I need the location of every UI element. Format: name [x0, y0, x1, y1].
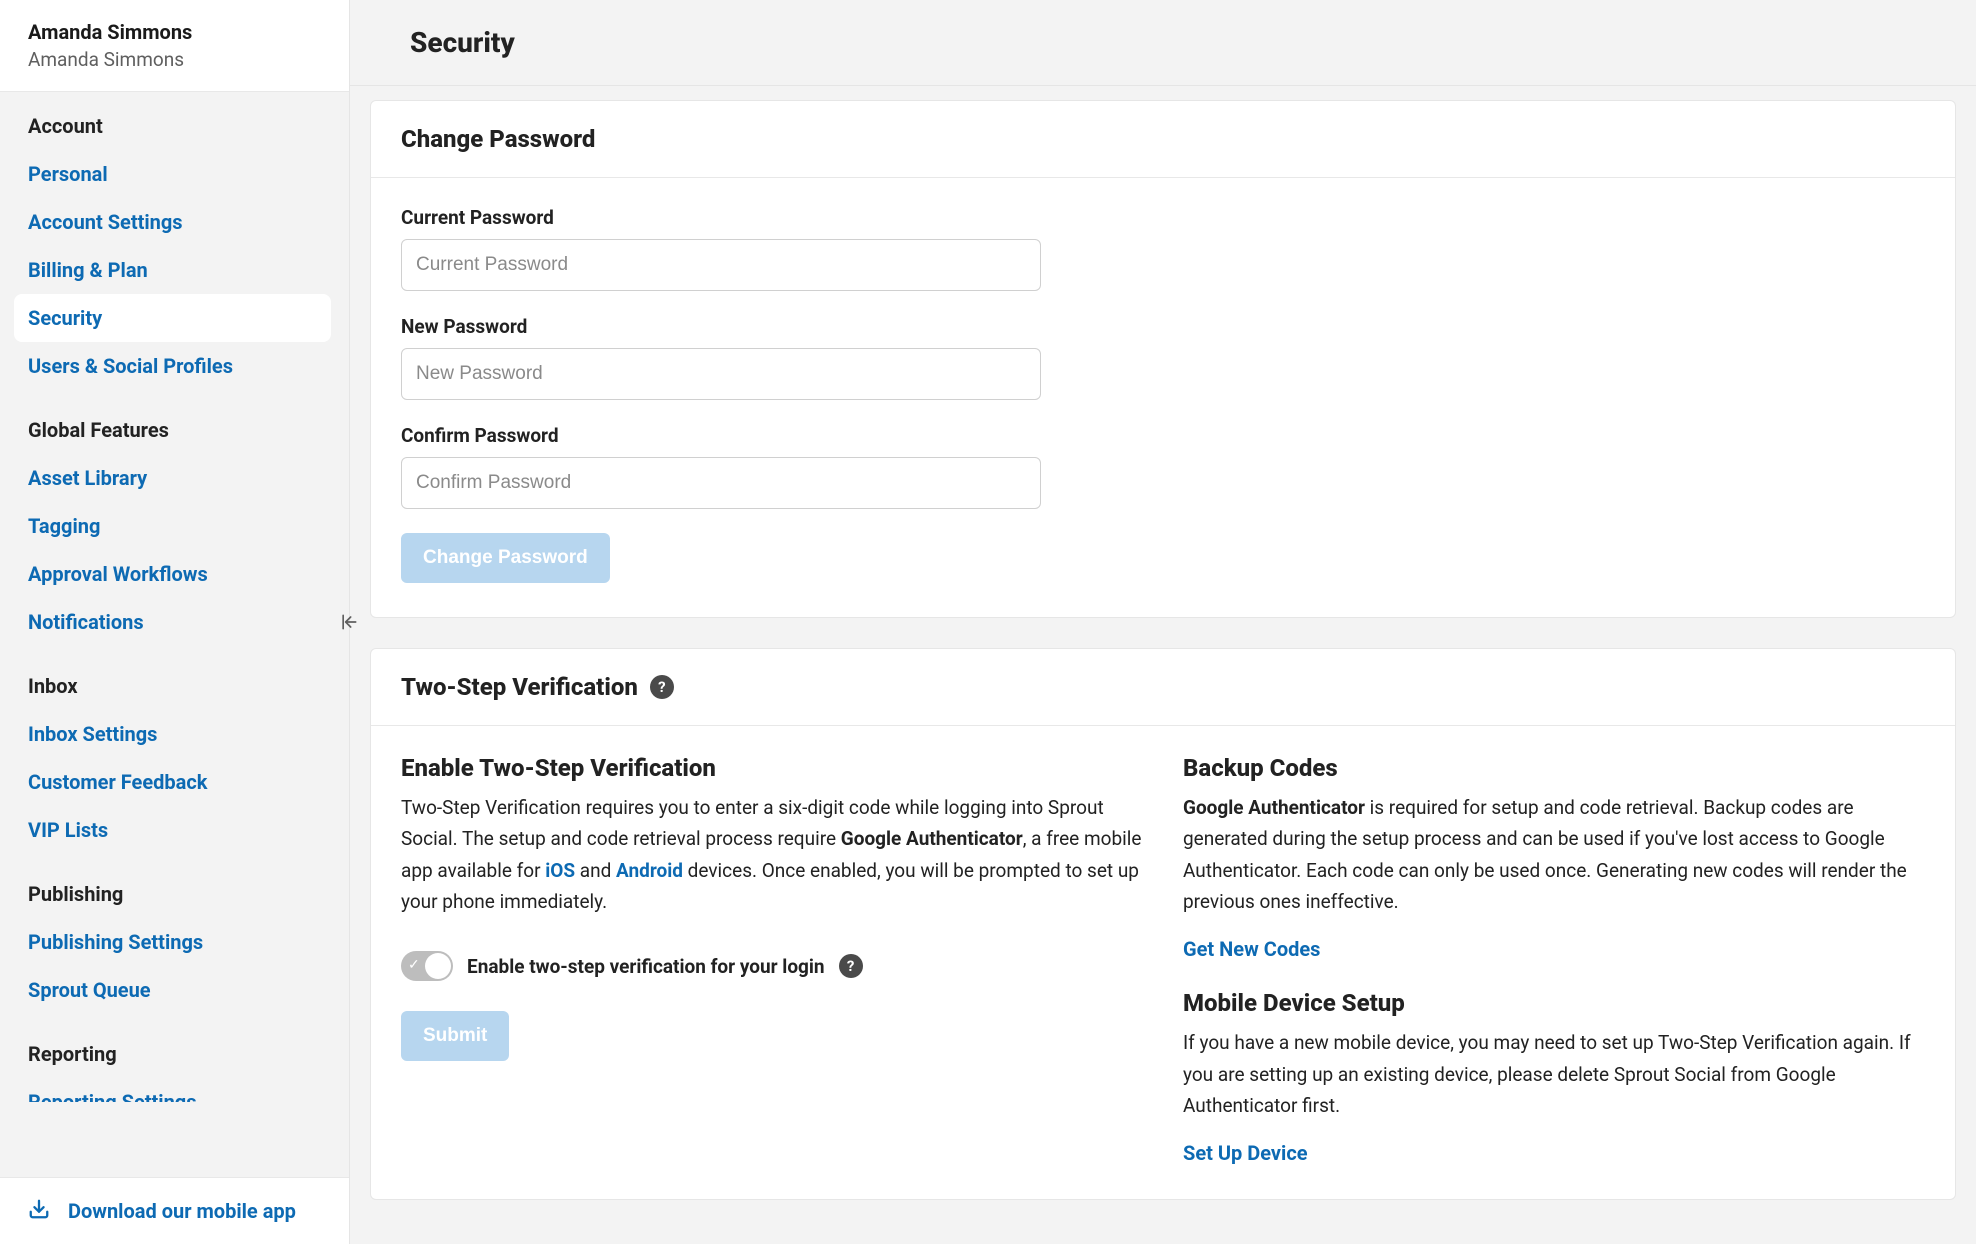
- current-password-input[interactable]: [401, 239, 1041, 291]
- page-title: Security: [410, 26, 1916, 59]
- change-password-card: Change Password Current Password New Pas…: [370, 100, 1956, 618]
- new-password-input[interactable]: [401, 348, 1041, 400]
- nav-item-account-settings[interactable]: Account Settings: [14, 198, 331, 246]
- confirm-password-label: Confirm Password: [401, 424, 1925, 447]
- two-step-toggle-label: Enable two-step verification for your lo…: [467, 955, 825, 978]
- nav-item-notifications[interactable]: Notifications: [14, 598, 331, 646]
- nav-item-sprout-queue[interactable]: Sprout Queue: [14, 966, 331, 1014]
- new-password-label: New Password: [401, 315, 1925, 338]
- collapse-sidebar-icon[interactable]: [335, 608, 363, 636]
- nav-item-billing-plan[interactable]: Billing & Plan: [14, 246, 331, 294]
- mobile-setup-heading: Mobile Device Setup: [1183, 989, 1925, 1017]
- nav-item-customer-feedback[interactable]: Customer Feedback: [14, 758, 331, 806]
- backup-codes-description: Google Authenticator is required for set…: [1183, 792, 1925, 917]
- user-name-primary: Amanda Simmons: [28, 20, 321, 44]
- nav-item-asset-library[interactable]: Asset Library: [14, 454, 331, 502]
- backup-codes-heading: Backup Codes: [1183, 754, 1925, 782]
- change-password-header: Change Password: [371, 101, 1955, 178]
- nav-item-publishing-settings[interactable]: Publishing Settings: [14, 918, 331, 966]
- help-icon[interactable]: ?: [839, 954, 863, 978]
- two-step-left-column: Enable Two-Step Verification Two-Step Ve…: [401, 754, 1143, 1165]
- two-step-card: Two-Step Verification ? Enable Two-Step …: [370, 648, 1956, 1200]
- two-step-heading: Two-Step Verification: [401, 673, 638, 701]
- nav-item-users-social[interactable]: Users & Social Profiles: [14, 342, 331, 390]
- two-step-header: Two-Step Verification ?: [371, 649, 1955, 726]
- nav-item-vip-lists[interactable]: VIP Lists: [14, 806, 331, 854]
- section-title-account: Account: [28, 114, 331, 138]
- nav-item-approval-workflows[interactable]: Approval Workflows: [14, 550, 331, 598]
- sidebar-nav: Account Personal Account Settings Billin…: [0, 92, 349, 1177]
- confirm-password-input[interactable]: [401, 457, 1041, 509]
- toggle-knob: [425, 953, 451, 979]
- user-name-secondary: Amanda Simmons: [28, 48, 321, 71]
- download-mobile-app-link[interactable]: Download our mobile app: [68, 1199, 296, 1223]
- download-icon: [28, 1198, 50, 1224]
- section-title-publishing: Publishing: [28, 882, 331, 906]
- enable-two-step-description: Two-Step Verification requires you to en…: [401, 792, 1143, 917]
- sidebar-footer: Download our mobile app: [0, 1177, 349, 1244]
- set-up-device-link[interactable]: Set Up Device: [1183, 1141, 1925, 1165]
- two-step-submit-button[interactable]: Submit: [401, 1011, 509, 1061]
- ios-link[interactable]: iOS: [545, 859, 575, 882]
- nav-item-tagging[interactable]: Tagging: [14, 502, 331, 550]
- get-new-codes-link[interactable]: Get New Codes: [1183, 937, 1925, 961]
- nav-item-inbox-settings[interactable]: Inbox Settings: [14, 710, 331, 758]
- sidebar: Amanda Simmons Amanda Simmons Account Pe…: [0, 0, 350, 1244]
- page-header: Security: [350, 0, 1976, 86]
- android-link[interactable]: Android: [616, 859, 683, 882]
- nav-item-personal[interactable]: Personal: [14, 150, 331, 198]
- two-step-toggle[interactable]: ✓: [401, 951, 453, 981]
- help-icon[interactable]: ?: [650, 675, 674, 699]
- check-icon: ✓: [408, 957, 420, 973]
- section-title-global: Global Features: [28, 418, 331, 442]
- section-title-reporting: Reporting: [28, 1042, 331, 1066]
- nav-item-security[interactable]: Security: [14, 294, 331, 342]
- sidebar-header: Amanda Simmons Amanda Simmons: [0, 0, 349, 92]
- enable-two-step-heading: Enable Two-Step Verification: [401, 754, 1143, 782]
- main: Security Change Password Current Passwor…: [350, 0, 1976, 1244]
- current-password-label: Current Password: [401, 206, 1925, 229]
- nav-item-reporting-settings[interactable]: Reporting Settings: [28, 1078, 331, 1102]
- change-password-button[interactable]: Change Password: [401, 533, 610, 583]
- mobile-setup-description: If you have a new mobile device, you may…: [1183, 1027, 1925, 1121]
- change-password-heading: Change Password: [401, 125, 595, 153]
- two-step-right-column: Backup Codes Google Authenticator is req…: [1183, 754, 1925, 1165]
- section-title-inbox: Inbox: [28, 674, 331, 698]
